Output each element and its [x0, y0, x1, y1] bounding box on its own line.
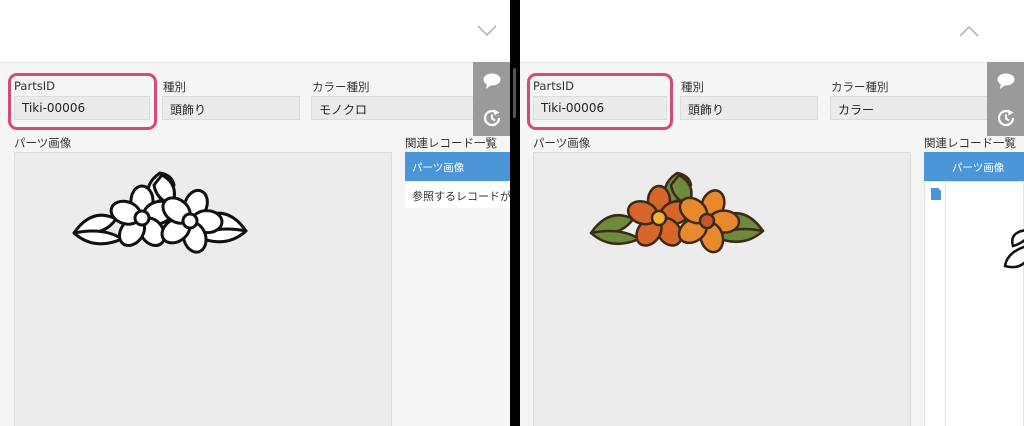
field-label-partsid: PartsID: [533, 79, 574, 93]
color-type-field[interactable]: カラー: [830, 96, 990, 120]
partsid-field[interactable]: Tiki-00006: [533, 96, 667, 120]
comment-icon: [483, 73, 501, 89]
parts-image-label: パーツ画像: [533, 136, 591, 150]
parts-image-area: [533, 152, 911, 426]
comment-icon: [997, 73, 1015, 89]
history-icon: [483, 109, 501, 126]
scrollbar-thumb[interactable]: [513, 68, 516, 118]
related-record-preview: [924, 181, 1024, 426]
field-label-type: 種別: [163, 80, 186, 94]
parts-image-area: [14, 152, 392, 426]
color-type-field[interactable]: モノクロ: [311, 96, 486, 120]
type-field[interactable]: 頭飾り: [162, 96, 300, 120]
type-field[interactable]: 頭飾り: [680, 96, 818, 120]
parts-image-label: パーツ画像: [14, 136, 72, 150]
file-icon[interactable]: [931, 188, 941, 200]
side-toolbar: [473, 62, 510, 136]
history-button[interactable]: [987, 99, 1024, 136]
comment-button[interactable]: [987, 62, 1024, 99]
related-empty-message: 参照するレコードがありません: [405, 182, 510, 208]
chevron-down-icon[interactable]: [477, 24, 497, 38]
related-tab-parts-image[interactable]: パーツ画像: [405, 152, 510, 181]
field-label-color-type: カラー種別: [312, 80, 370, 94]
pane-divider: [510, 0, 520, 426]
chevron-up-icon[interactable]: [959, 24, 979, 38]
partsid-field[interactable]: Tiki-00006: [14, 96, 150, 120]
flower-illustration-color: [589, 171, 765, 254]
related-tab-parts-image[interactable]: パーツ画像: [924, 152, 1024, 181]
field-label-partsid: PartsID: [14, 79, 55, 93]
record-pane-right: PartsID Tiki-00006 種別 頭飾り カラー種別 カラー パーツ画…: [520, 0, 1024, 426]
history-button[interactable]: [473, 99, 510, 136]
record-pane-left: PartsID Tiki-00006 種別 頭飾り カラー種別 モノクロ パーツ…: [0, 0, 510, 426]
related-records-title: 関連レコード一覧: [924, 136, 1016, 150]
field-label-type: 種別: [681, 80, 704, 94]
related-records-title: 関連レコード一覧: [405, 136, 497, 150]
record-header-bar: [0, 0, 510, 63]
field-label-color-type: カラー種別: [831, 80, 889, 94]
record-header-bar: [520, 0, 1024, 63]
comment-button[interactable]: [473, 62, 510, 99]
side-toolbar: [987, 62, 1024, 136]
flower-illustration-monochrome: [72, 171, 248, 254]
history-icon: [997, 109, 1015, 126]
flower-thumbnail: [1003, 229, 1024, 269]
preview-column-divider: [945, 182, 946, 426]
